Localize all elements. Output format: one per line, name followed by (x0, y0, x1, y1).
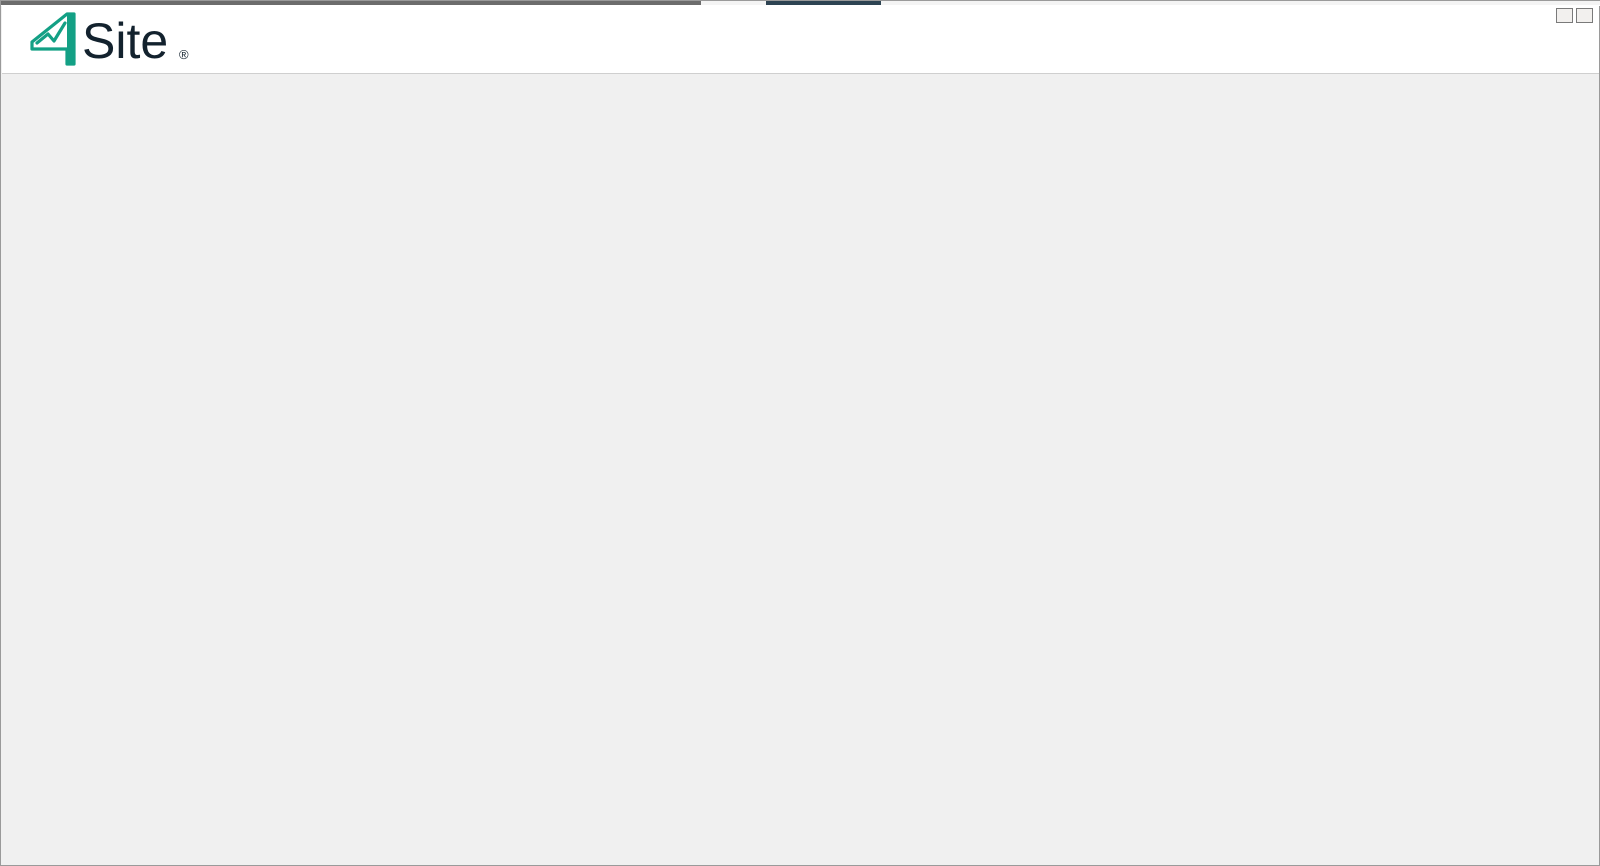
module-tile-grid (370, 91, 1410, 111)
svg-text:®: ® (179, 47, 189, 62)
title-strip-segment-accent (766, 1, 881, 5)
minimize-button[interactable] (1556, 8, 1573, 23)
app-logo: Site ® (24, 10, 254, 73)
title-strip-segment-gap (701, 1, 766, 5)
window-controls (1556, 8, 1593, 23)
svg-text:Site: Site (82, 13, 168, 68)
4site-logo-icon: Site ® (30, 12, 189, 69)
close-button[interactable] (1576, 8, 1593, 23)
title-strip-segment-left (1, 1, 701, 5)
title-strip-segment-right (881, 1, 1600, 5)
application-window: Site ® (0, 0, 1600, 866)
app-header: Site ® (2, 6, 1599, 74)
